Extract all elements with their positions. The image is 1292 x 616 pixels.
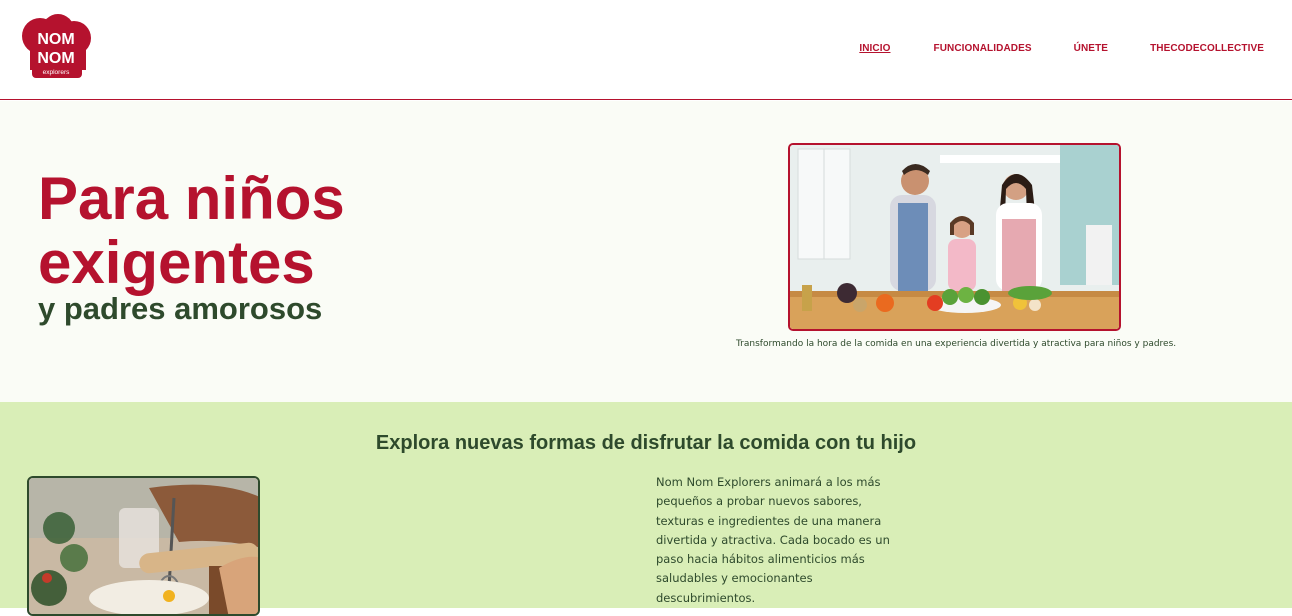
baking-illustration xyxy=(29,478,258,614)
hero-title-line2: exigentes xyxy=(38,229,315,296)
nav-item-thecodecollective[interactable]: THECODECOLLECTIVE xyxy=(1150,43,1264,54)
hero-section: Para niños exigentes y padres amorosos T… xyxy=(0,101,1292,402)
section-title: Explora nuevas formas de disfrutar la co… xyxy=(375,432,917,454)
hero-title: Para niños exigentes xyxy=(38,167,345,295)
nav-item-unete[interactable]: ÚNETE xyxy=(1074,43,1108,54)
hero-subtitle: y padres amorosos xyxy=(38,291,323,326)
family-kitchen-illustration xyxy=(790,145,1119,329)
family-cooking-image xyxy=(788,143,1121,331)
logo[interactable]: NOM NOM explorers xyxy=(18,14,94,80)
baking-image xyxy=(27,476,260,616)
section-text: Nom Nom Explorers animará a los más pequ… xyxy=(656,475,890,605)
svg-text:NOM: NOM xyxy=(37,31,74,48)
hero-caption: Transformando la hora de la comida en un… xyxy=(736,339,1177,349)
site-header: NOM NOM explorers INICIO FUNCIONALIDADES… xyxy=(0,0,1292,100)
svg-text:NOM: NOM xyxy=(37,50,74,67)
nav-item-inicio[interactable]: INICIO xyxy=(859,43,890,54)
explore-section: Explora nuevas formas de disfrutar la co… xyxy=(0,402,1292,616)
svg-text:explorers: explorers xyxy=(43,69,70,76)
chef-hat-logo-icon: NOM NOM explorers xyxy=(22,14,91,78)
nav-item-funcionalidades[interactable]: FUNCIONALIDADES xyxy=(933,43,1031,54)
hero-title-line1: Para niños xyxy=(38,165,345,232)
main-nav: INICIO FUNCIONALIDADES ÚNETE THECODECOLL… xyxy=(859,43,1264,54)
